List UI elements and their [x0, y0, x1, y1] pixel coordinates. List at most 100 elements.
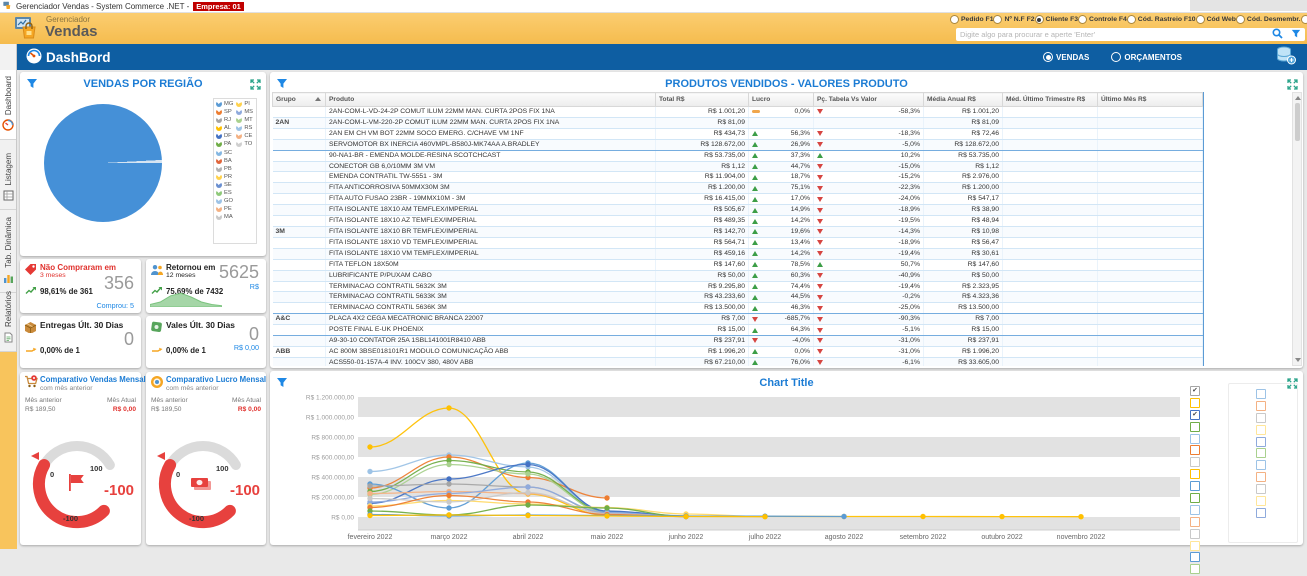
table-row[interactable]: 2AN2AN-COM-L-VM-220-2P COMUT ILUM 22MM M…: [273, 117, 1203, 128]
scroll-down-icon[interactable]: [1295, 358, 1301, 362]
series-toggle-checkbox[interactable]: [1256, 425, 1266, 435]
table-row[interactable]: A9-30-10 CONTATOR 25A 1SBL141001R8410 AB…: [273, 336, 1203, 347]
table-row[interactable]: FITA ISOLANTE 18X10 AM TEMFLEX/IMPERIALR…: [273, 205, 1203, 216]
table-row[interactable]: CONECTOR GB 6,0/10MM 3M VMR$ 1,1244,7%-1…: [273, 161, 1203, 172]
column-header-produto[interactable]: Produto: [326, 93, 656, 107]
toolbar-radio-or-amentos[interactable]: ORÇAMENTOS: [1111, 52, 1182, 62]
header-radio-c-d-web[interactable]: Cód Web: [1196, 15, 1236, 24]
legend-item-mt[interactable]: MT: [236, 117, 253, 123]
toolbar-radio-vendas[interactable]: VENDAS: [1043, 52, 1089, 62]
series-toggle-checkbox[interactable]: [1190, 481, 1200, 491]
header-radio-controle-f4[interactable]: Controle F4: [1078, 15, 1127, 24]
filter-icon[interactable]: [1291, 26, 1301, 44]
legend-item-mg[interactable]: MG: [216, 101, 233, 107]
legend-item-rj[interactable]: RJ: [216, 117, 233, 123]
table-row[interactable]: FITA TEFLON 18X50MR$ 147,6078,5%50,7%R$ …: [273, 259, 1203, 270]
scroll-thumb[interactable]: [1295, 103, 1300, 141]
kpi-link[interactable]: R$: [250, 282, 259, 291]
series-toggle-checkbox[interactable]: [1256, 472, 1266, 482]
series-toggle-checkbox[interactable]: [1190, 457, 1200, 467]
kpi-link[interactable]: Comprou: 5: [96, 301, 134, 310]
series-toggle-checkbox[interactable]: [1190, 529, 1200, 539]
header-radio-fornecedor[interactable]: Fornecedor: [1301, 15, 1307, 24]
legend-item-sp[interactable]: SP: [216, 109, 233, 115]
series-toggle-checkbox[interactable]: [1190, 422, 1200, 432]
table-row[interactable]: ABBAC 800M 3BSE018101R1 MODULO COMUNICAÇ…: [273, 346, 1203, 357]
legend-item-pi[interactable]: PI: [236, 101, 253, 107]
series-toggle-checkbox[interactable]: ✔: [1190, 386, 1200, 396]
legend-item-pa[interactable]: PA: [216, 141, 233, 147]
legend-item-pb[interactable]: PB: [216, 166, 233, 172]
series-toggle-checkbox[interactable]: [1256, 437, 1266, 447]
legend-item-pe[interactable]: PE: [216, 206, 233, 212]
header-radio-c-d-rastreio-f10[interactable]: Cód. Rastreio F10: [1127, 15, 1196, 24]
series-toggle-checkbox[interactable]: [1256, 484, 1266, 494]
table-row[interactable]: FITA ISOLANTE 18X10 VM TEMFLEX/IMPERIALR…: [273, 248, 1203, 259]
series-toggle-checkbox[interactable]: [1190, 493, 1200, 503]
table-row[interactable]: FITA ISOLANTE 18X10 AZ TEMFLEX/IMPERIALR…: [273, 216, 1203, 227]
header-radio-c-d-desmembr[interactable]: Cód. Desmembr.: [1236, 15, 1301, 24]
series-toggle-checkbox[interactable]: ✔: [1190, 410, 1200, 420]
filter-funnel-icon[interactable]: [26, 77, 38, 95]
table-row[interactable]: FITA ISOLANTE 18X10 VD TEMFLEX/IMPERIALR…: [273, 237, 1203, 248]
legend-item-sc[interactable]: SC: [216, 150, 233, 156]
sidebar-item-relat-rios[interactable]: Relatórios: [0, 293, 16, 352]
table-row[interactable]: TERMINACAO CONTRATIL 5632K 3MR$ 9.295,80…: [273, 281, 1203, 292]
column-header-grupo[interactable]: Grupo: [273, 93, 326, 107]
series-toggle-checkbox[interactable]: [1256, 496, 1266, 506]
series-toggle-checkbox[interactable]: [1190, 505, 1200, 515]
legend-item-ba[interactable]: BA: [216, 158, 233, 164]
table-row[interactable]: TERMINACAO CONTRATIL 5636K 3MR$ 13.500,0…: [273, 303, 1203, 314]
series-toggle-checkbox[interactable]: [1190, 541, 1200, 551]
series-toggle-checkbox[interactable]: [1256, 460, 1266, 470]
legend-item-al[interactable]: AL: [216, 125, 233, 131]
legend-item-ms[interactable]: MS: [236, 109, 253, 115]
series-toggle-checkbox[interactable]: [1256, 413, 1266, 423]
series-toggle-checkbox[interactable]: [1190, 434, 1200, 444]
header-radio-n-n-f-f2[interactable]: Nº N.F F2: [993, 15, 1034, 24]
legend-item-ce[interactable]: CE: [236, 133, 253, 139]
window-controls[interactable]: [1190, 0, 1307, 11]
header-radio-cliente-f3[interactable]: Cliente F3: [1035, 15, 1078, 24]
series-toggle-checkbox[interactable]: [1256, 389, 1266, 399]
series-toggle-checkbox[interactable]: [1190, 398, 1200, 408]
series-toggle-checkbox[interactable]: [1190, 469, 1200, 479]
table-row[interactable]: FITA AUTO FUSAO 23BR - 19MMX10M - 3MR$ 1…: [273, 194, 1203, 205]
legend-item-pr[interactable]: PR: [216, 174, 233, 180]
legend-item-es[interactable]: ES: [216, 190, 233, 196]
table-row[interactable]: SERVOMOTOR BX INERCIA 460VMPL-B580J-MK74…: [273, 139, 1203, 150]
table-row[interactable]: 2AN EM CH VM BOT 22MM SOCO EMERG. C/CHAV…: [273, 128, 1203, 139]
legend-item-df[interactable]: DF: [216, 133, 233, 139]
legend-item-to[interactable]: TO: [236, 141, 253, 147]
search-icon[interactable]: [1272, 26, 1283, 44]
column-header-ltimo-m-s-r[interactable]: Último Mês R$: [1098, 93, 1203, 107]
sidebar-item-tab-din-mica[interactable]: Tab. Dinâmica: [0, 210, 16, 293]
expand-icon[interactable]: [250, 77, 261, 95]
region-pie-chart[interactable]: [44, 104, 162, 222]
column-header-m-dia-anual-r[interactable]: Média Anual R$: [924, 93, 1003, 107]
kpi-link[interactable]: R$ 0,00: [234, 343, 259, 352]
series-toggle-checkbox[interactable]: [1190, 445, 1200, 455]
table-row[interactable]: 90-NA1-BR - EMENDA MOLDE-RESINA SCOTCHCA…: [273, 150, 1203, 161]
legend-item-go[interactable]: GO: [216, 198, 233, 204]
column-header-total-r[interactable]: Total R$: [656, 93, 749, 107]
sidebar-item-dashboard[interactable]: Dashboard: [0, 70, 16, 140]
series-toggle-checkbox[interactable]: [1190, 517, 1200, 527]
sidebar-item-listagem[interactable]: Listagem: [0, 140, 16, 210]
search-input[interactable]: [956, 28, 1270, 41]
column-header-lucro[interactable]: Lucro: [749, 93, 814, 107]
table-row[interactable]: TERMINACAO CONTRATIL 5633K 3MR$ 43.233,6…: [273, 292, 1203, 303]
legend-item-rs[interactable]: RS: [236, 125, 253, 131]
series-toggle-checkbox[interactable]: [1190, 564, 1200, 574]
series-toggle-checkbox[interactable]: [1190, 552, 1200, 562]
column-header-m-d-ltimo-trimestre-r[interactable]: Méd. Último Trimestre R$: [1003, 93, 1098, 107]
table-row[interactable]: 3MFITA ISOLANTE 18X10 BR TEMFLEX/IMPERIA…: [273, 226, 1203, 237]
table-scrollbar[interactable]: [1292, 92, 1302, 366]
header-radio-pedido-f1[interactable]: Pedido F1: [950, 15, 993, 24]
column-header-p-tabela-vs-valor[interactable]: Pç. Tabela Vs Valor: [814, 93, 924, 107]
database-icon[interactable]: [1276, 46, 1296, 70]
table-row[interactable]: EMENDA CONTRATIL TW-5551 - 3MR$ 11.904,0…: [273, 172, 1203, 183]
table-row[interactable]: ACS550-01-157A-4 INV. 100CV 380, 480V AB…: [273, 357, 1203, 366]
series-toggle-checkbox[interactable]: [1256, 401, 1266, 411]
legend-item-se[interactable]: SE: [216, 182, 233, 188]
